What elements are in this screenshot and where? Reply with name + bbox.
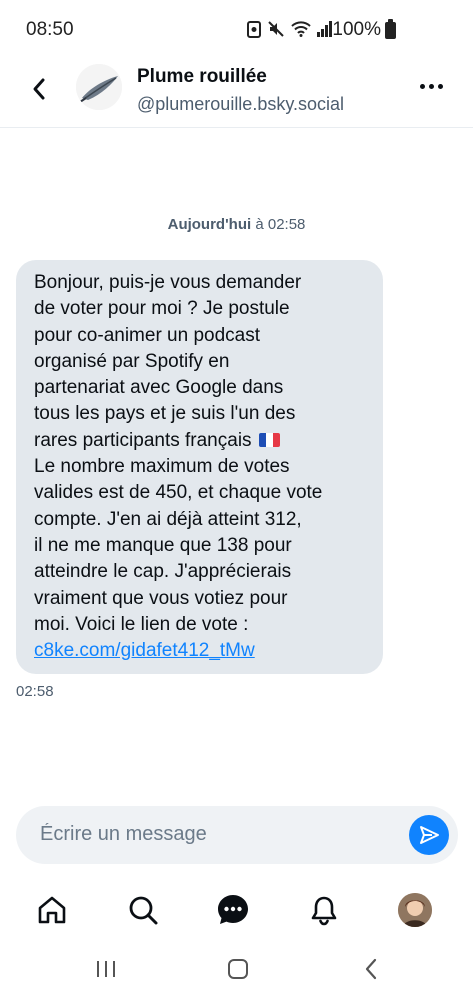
date-separator: Aujourd'hui à 02:58 bbox=[0, 216, 473, 233]
back-button[interactable] bbox=[24, 74, 54, 104]
nav-profile[interactable] bbox=[395, 890, 435, 930]
profile-avatar bbox=[398, 893, 432, 927]
send-icon bbox=[420, 826, 439, 844]
contact-avatar[interactable] bbox=[76, 64, 122, 110]
message-input[interactable] bbox=[40, 823, 380, 846]
dot-icon bbox=[438, 84, 443, 89]
contact-name[interactable]: Plume rouillée bbox=[137, 66, 267, 88]
recent-apps-icon bbox=[97, 961, 115, 977]
date-time: à 02:58 bbox=[251, 216, 306, 233]
bell-icon bbox=[311, 896, 337, 926]
conversation-header: Plume rouillée @plumerouille.bsky.social bbox=[0, 60, 473, 128]
status-time: 08:50 bbox=[26, 19, 74, 40]
nav-chat[interactable] bbox=[213, 890, 253, 930]
nav-notifications[interactable] bbox=[304, 890, 344, 930]
message-time: 02:58 bbox=[16, 683, 54, 700]
dot-icon bbox=[420, 84, 425, 89]
chat-icon bbox=[218, 895, 248, 924]
status-icons bbox=[247, 20, 333, 38]
status-bar: 08:50 100% bbox=[0, 0, 473, 60]
signal-icon bbox=[317, 21, 332, 37]
screenshot-icon bbox=[247, 21, 261, 38]
battery-icon bbox=[385, 19, 396, 39]
message-bubble[interactable]: Bonjour, puis-je vous demander de voter … bbox=[16, 260, 383, 674]
date-day: Aujourd'hui bbox=[167, 216, 252, 233]
send-button[interactable] bbox=[409, 815, 449, 855]
chevron-left-icon bbox=[33, 78, 45, 100]
search-icon bbox=[129, 896, 158, 925]
nav-search[interactable] bbox=[123, 890, 163, 930]
recent-apps-button[interactable] bbox=[91, 954, 121, 984]
wifi-icon bbox=[291, 21, 311, 37]
mute-icon bbox=[268, 21, 284, 37]
home-icon bbox=[38, 896, 66, 924]
france-flag-icon bbox=[258, 432, 280, 447]
contact-handle[interactable]: @plumerouille.bsky.social bbox=[137, 94, 344, 115]
system-nav-bar bbox=[0, 942, 473, 1000]
system-home-button[interactable] bbox=[223, 954, 253, 984]
battery-percent: 100% bbox=[332, 19, 381, 40]
dot-icon bbox=[429, 84, 434, 89]
nav-home[interactable] bbox=[32, 890, 72, 930]
back-chevron-icon bbox=[365, 958, 377, 980]
more-options-button[interactable] bbox=[420, 84, 443, 89]
bottom-nav bbox=[0, 880, 473, 942]
message-text-continued: Le nombre maximum de votes valides est d… bbox=[34, 456, 323, 635]
message-link[interactable]: c8ke.com/gidafet412_tMw bbox=[34, 640, 255, 661]
home-square-icon bbox=[228, 959, 248, 979]
message-text: Bonjour, puis-je vous demander de voter … bbox=[34, 272, 302, 451]
message-composer bbox=[16, 806, 458, 864]
system-back-button[interactable] bbox=[356, 954, 386, 984]
